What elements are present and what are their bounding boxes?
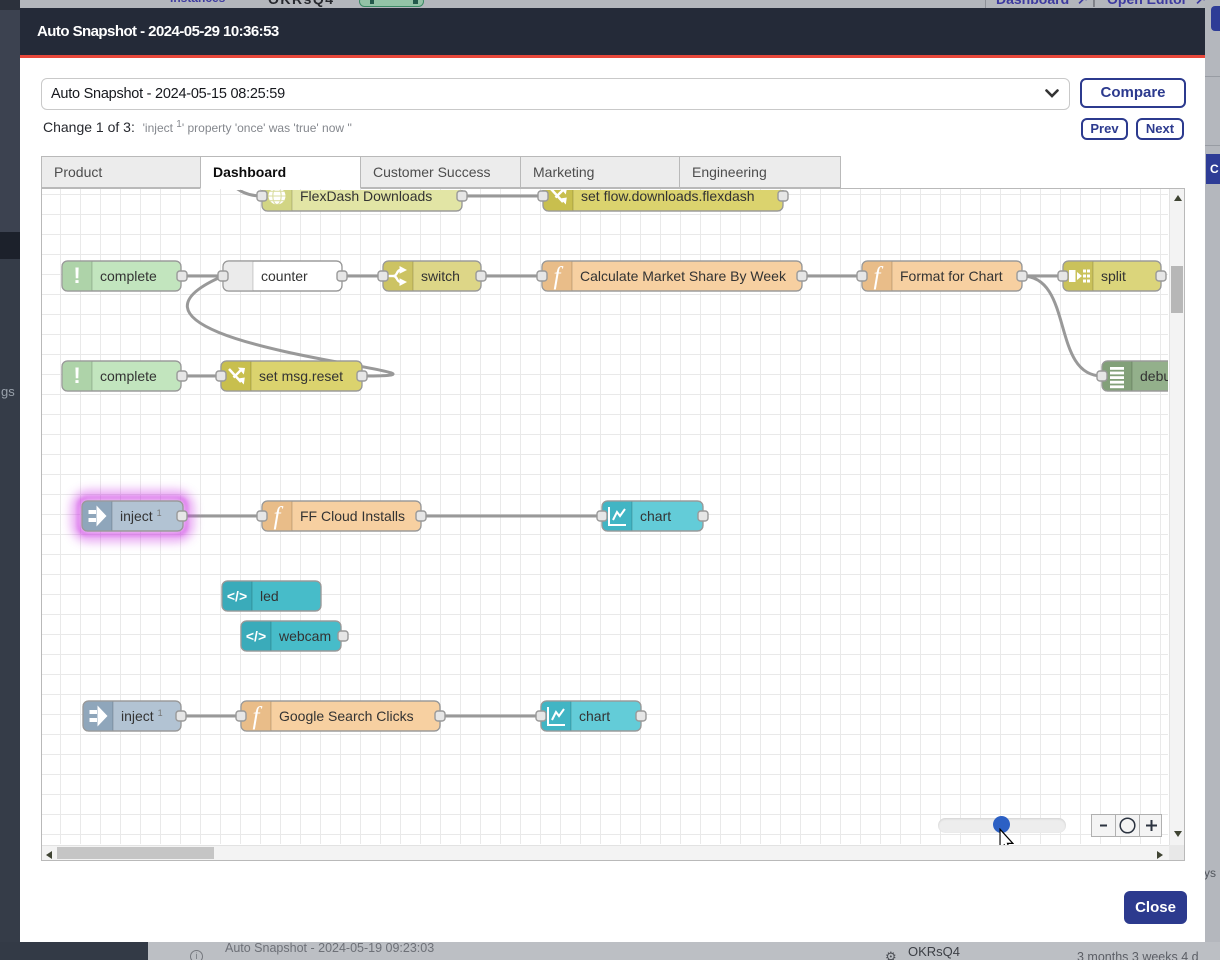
- svg-text:webcam: webcam: [278, 628, 331, 644]
- svg-text:inject 1: inject 1: [121, 708, 163, 724]
- svg-text:Format for Chart: Format for Chart: [900, 268, 1003, 284]
- svg-text:switch: switch: [421, 268, 460, 284]
- svg-text:</>: </>: [227, 588, 247, 604]
- svg-text:!: !: [73, 363, 80, 388]
- svg-text:!: !: [73, 263, 80, 288]
- svg-text:inject 1: inject 1: [120, 508, 162, 524]
- svg-text:complete: complete: [100, 268, 157, 284]
- svg-text:led: led: [260, 588, 279, 604]
- svg-text:chart: chart: [640, 508, 671, 524]
- svg-text:FF Cloud Installs: FF Cloud Installs: [300, 508, 405, 524]
- svg-text:chart: chart: [579, 708, 610, 724]
- svg-text:set flow.downloads.flexdash: set flow.downloads.flexdash: [581, 190, 755, 204]
- svg-text:</>: </>: [246, 628, 266, 644]
- svg-text:FlexDash Downloads: FlexDash Downloads: [300, 190, 432, 204]
- svg-text:complete: complete: [100, 368, 157, 384]
- svg-text:split: split: [1101, 268, 1126, 284]
- svg-text:Google Search Clicks: Google Search Clicks: [279, 708, 414, 724]
- svg-text:Calculate Market Share By Week: Calculate Market Share By Week: [580, 268, 787, 284]
- svg-text:debug 2: debug 2: [1140, 368, 1168, 384]
- svg-text:set msg.reset: set msg.reset: [259, 368, 343, 384]
- svg-text:counter: counter: [261, 268, 308, 284]
